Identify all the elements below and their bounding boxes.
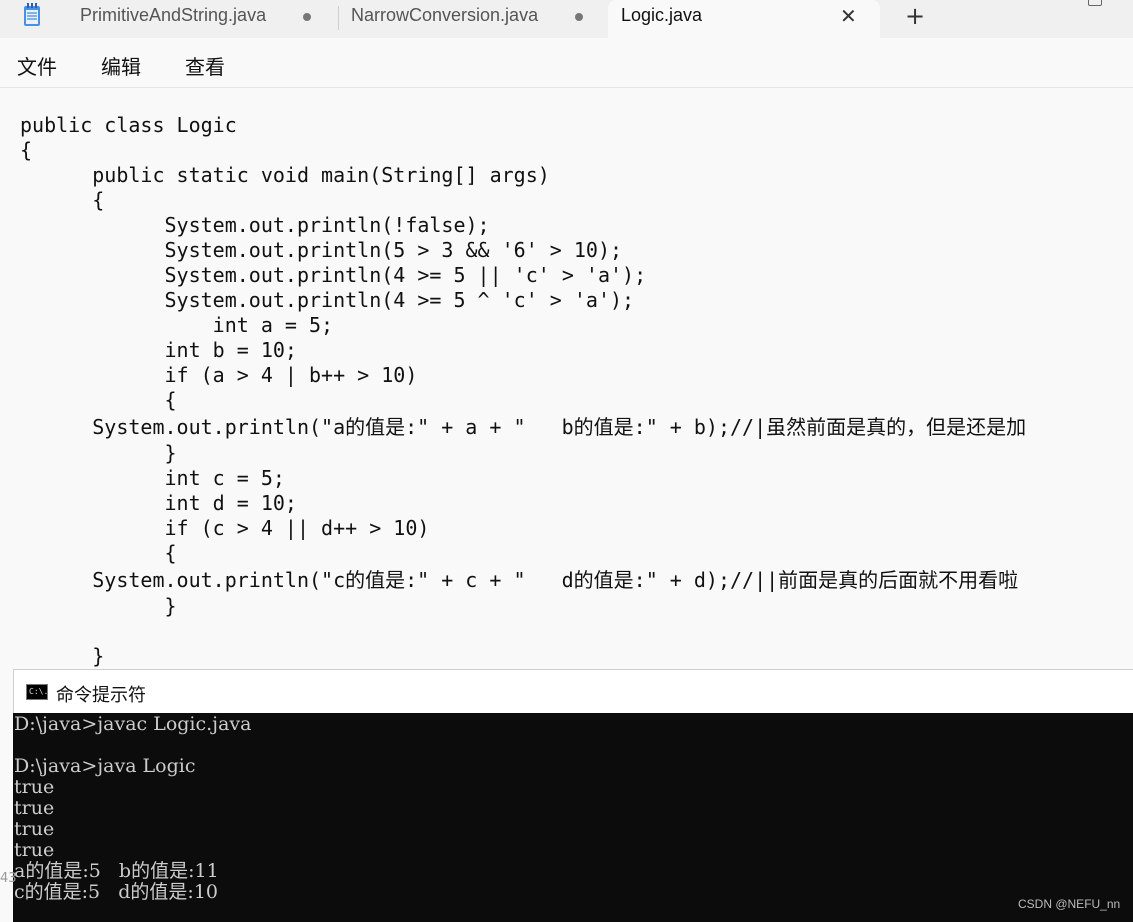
unsaved-dot-icon [575,13,583,21]
code-line: System.out.println(4 >= 5 || 'c' > 'a'); [20,263,647,287]
code-line: int a = 5; [20,313,334,337]
tab-label: NarrowConversion.java [351,5,539,25]
code-line: if (a > 4 | b++ > 10) [20,363,418,387]
code-line: } [20,594,177,618]
menu-view[interactable]: 查看 [185,51,225,80]
console-line: a的值是:5 b的值是:11 [14,860,219,882]
console-line: D:\java>java Logic [14,755,196,777]
tab-label: PrimitiveAndString.java [80,5,267,25]
console-line: c的值是:5 d的值是:10 [14,881,218,903]
console-line: true [14,776,55,798]
side-line-number: 43 [0,871,17,886]
cmd-titlebar[interactable]: C:\. 命令提示符 [13,669,1133,714]
tab-label: Logic.java [621,5,703,25]
tab-primitive-and-string[interactable]: PrimitiveAndString.java [80,0,330,34]
unsaved-dot-icon [303,13,311,21]
code-line: { [20,388,177,412]
code-line: System.out.println("c的值是:" + c + " d的值是:… [20,568,1019,592]
code-line: int d = 10; [20,491,297,515]
code-line: { [20,188,105,212]
watermark: CSDN @NEFU_nn [1018,897,1121,911]
code-line: public class Logic [20,113,237,137]
menu-bar: 文件 编辑 查看 [0,38,1133,88]
code-line: public static void main(String[] args) [20,163,550,187]
tab-separator [338,6,339,30]
console-line: true [14,818,55,840]
code-line: System.out.println(5 > 3 && '6' > 10); [20,238,623,262]
cmd-app-icon: C:\. [26,684,48,700]
code-line: { [20,541,177,565]
code-line: System.out.println("a的值是:" + a + " b的值是:… [20,415,1027,439]
command-prompt-window: C:\. 命令提示符 D:\java>javac Logic.java D:\j… [13,669,1133,922]
menu-file[interactable]: 文件 [17,51,57,80]
tab-logic-active[interactable]: Logic.java ✕ [608,0,880,38]
notepad-icon [24,3,40,26]
console-line: D:\java>javac Logic.java [14,713,252,735]
console-line: true [14,797,55,819]
cmd-console[interactable]: D:\java>javac Logic.java D:\java>java Lo… [13,713,1133,922]
code-line: int b = 10; [20,338,297,362]
cmd-icon-text: C:\. [29,687,49,696]
tab-bar: PrimitiveAndString.java NarrowConversion… [0,0,1133,38]
code-line: System.out.println(4 >= 5 ^ 'c' > 'a'); [20,288,635,312]
cmd-title: 命令提示符 [56,685,146,706]
code-line: System.out.println(!false); [20,213,490,237]
code-line: } [20,644,105,668]
code-line: { [20,138,33,162]
menu-edit[interactable]: 编辑 [101,51,141,80]
console-line: true [14,839,55,861]
code-line: } [20,441,177,465]
new-tab-icon[interactable]: + [905,2,925,30]
code-line: if (c > 4 || d++ > 10) [20,516,430,540]
window-control-icon[interactable] [1088,0,1102,6]
tab-narrow-conversion[interactable]: NarrowConversion.java [351,0,601,34]
text-editor[interactable]: public class Logic { public static void … [0,88,1133,668]
code-line: int c = 5; [20,466,285,490]
close-tab-icon[interactable]: ✕ [840,4,857,29]
